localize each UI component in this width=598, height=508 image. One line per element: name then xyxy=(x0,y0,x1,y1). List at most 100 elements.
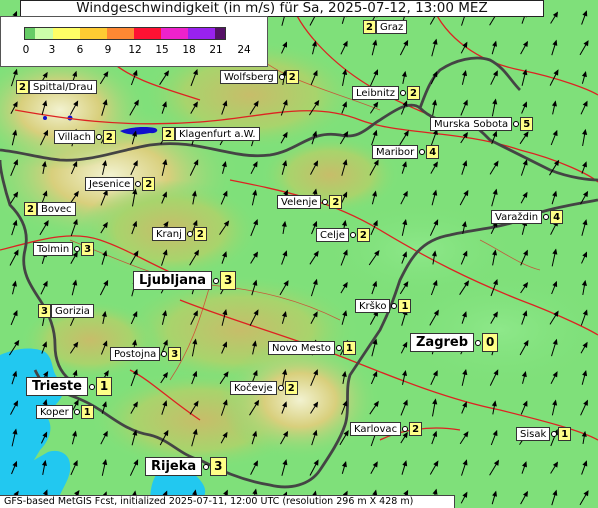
place-postojna: Postojna 3 xyxy=(110,347,182,361)
wind-arrow-head xyxy=(553,69,559,76)
wind-arrow-head xyxy=(552,129,558,137)
wind-arrow-head xyxy=(372,129,378,137)
wind-arrow-head xyxy=(372,101,379,108)
wind-arrow-head xyxy=(552,11,559,18)
wind-speed-value: 1 xyxy=(80,405,94,419)
wind-arrow-head xyxy=(582,100,588,107)
wind-arrow-head xyxy=(11,280,17,287)
wind-arrow-head xyxy=(342,281,348,289)
wind-arrow-head xyxy=(582,128,588,136)
wind-speed-value: 2 xyxy=(363,20,376,34)
wind-arrow-head xyxy=(581,279,587,287)
wind-arrow-head xyxy=(462,401,467,408)
wind-arrow-head xyxy=(12,309,18,317)
legend-swatch xyxy=(215,28,225,39)
wind-speed-value: 3 xyxy=(38,304,51,318)
wind-arrow-head xyxy=(582,190,589,198)
wind-speed-value: 2 xyxy=(16,80,29,94)
city-marker-icon xyxy=(402,426,409,432)
wind-arrow-head xyxy=(462,70,468,77)
wind-arrow-head xyxy=(252,488,258,495)
wind-arrow-head xyxy=(552,399,558,406)
legend-tick-label: 3 xyxy=(48,44,56,56)
city-marker-icon xyxy=(475,339,482,346)
wind-arrow-head xyxy=(462,491,468,498)
wind-arrow-head xyxy=(582,10,588,17)
city-marker-icon xyxy=(419,149,426,155)
legend-color-bar xyxy=(24,27,226,40)
wind-arrow-head xyxy=(521,461,527,468)
wind-speed-value: 2 xyxy=(24,202,37,216)
city-marker-icon xyxy=(349,232,356,238)
wind-arrow-head xyxy=(582,219,588,226)
city-marker-icon xyxy=(322,199,329,205)
wind-arrow-head xyxy=(72,459,78,467)
place-rijeka: Rijeka 3 xyxy=(145,457,227,476)
place-name: Zagreb xyxy=(410,333,475,352)
legend-swatch xyxy=(107,28,134,39)
place-name: Rijeka xyxy=(145,457,203,476)
wind-speed-value: 1 xyxy=(342,341,356,355)
wind-arrow-head xyxy=(492,429,498,437)
wind-speed-legend: 0 3 6 9 12 15 18 21 24 xyxy=(0,16,268,67)
wind-arrow-head xyxy=(281,220,287,227)
wind-speed-value: 4 xyxy=(550,210,564,224)
wind-speed-value: 2 xyxy=(406,86,420,100)
wind-arrow-head xyxy=(312,220,318,228)
wind-arrow-head xyxy=(522,40,529,48)
wind-arrow-head xyxy=(522,159,528,166)
legend-tick-label: 6 xyxy=(76,44,84,56)
place-kranj: Kranj 2 xyxy=(152,227,207,241)
wind-speed-value: 2 xyxy=(285,70,299,84)
wind-arrow-head xyxy=(342,40,348,47)
place-name: Novo Mesto xyxy=(268,341,335,355)
wind-arrow-head xyxy=(132,69,138,77)
place-sisak: Sisak 1 xyxy=(516,427,572,441)
city-marker-icon xyxy=(513,121,520,127)
legend-tick-label: 15 xyxy=(155,44,169,56)
legend-tick-label: 12 xyxy=(128,44,142,56)
wind-arrow-head xyxy=(72,279,78,286)
place-spittal-drau: 2 Spittal/Drau xyxy=(16,80,97,94)
wind-arrow-head xyxy=(432,38,438,45)
wind-arrow-head xyxy=(462,41,468,48)
wind-speed-value: 2 xyxy=(409,422,423,436)
wind-arrow-head xyxy=(493,459,500,466)
place-vara-din: Varaždin 4 xyxy=(491,210,564,224)
place-name: Varaždin xyxy=(491,210,543,224)
wind-speed-value: 1 xyxy=(398,299,412,313)
place-kr-ko: Krško 1 xyxy=(355,299,412,313)
wind-arrow-head xyxy=(522,400,528,407)
wind-arrow-head xyxy=(581,71,587,78)
place-name: Tolmin xyxy=(33,242,74,256)
wind-arrow-head xyxy=(313,459,319,466)
wind-speed-value: 2 xyxy=(284,381,298,395)
wind-arrow-head xyxy=(42,280,48,287)
place-name: Velenje xyxy=(277,195,322,209)
city-marker-icon xyxy=(74,246,81,252)
city-marker-icon xyxy=(543,214,550,220)
place-name: Graz xyxy=(375,20,408,34)
place-name: Kranj xyxy=(152,227,186,241)
wind-arrow-head xyxy=(13,249,19,256)
wind-arrow-head xyxy=(402,460,408,467)
place-tolmin: Tolmin 3 xyxy=(33,242,95,256)
wind-arrow-head xyxy=(282,250,288,257)
wind-arrow-head xyxy=(432,161,438,168)
wind-arrow-head xyxy=(313,250,319,257)
wind-arrow-head xyxy=(13,339,20,347)
city-marker-icon xyxy=(186,231,193,237)
place-name: Ljubljana xyxy=(133,271,213,290)
wind-arrow-head xyxy=(402,161,407,168)
city-marker-icon xyxy=(161,351,168,357)
wind-arrow-head xyxy=(522,191,528,198)
legend-swatch xyxy=(35,28,53,39)
legend-swatch xyxy=(53,28,80,39)
place-name: Celje xyxy=(316,228,349,242)
wind-arrow-head xyxy=(372,461,378,468)
wind-arrow-head xyxy=(492,98,498,105)
city-marker-icon xyxy=(399,90,406,96)
city-marker-icon xyxy=(73,409,80,415)
wind-arrow-head xyxy=(401,70,407,78)
legend-ticks: 0 3 6 9 12 15 18 21 24 xyxy=(1,44,269,58)
